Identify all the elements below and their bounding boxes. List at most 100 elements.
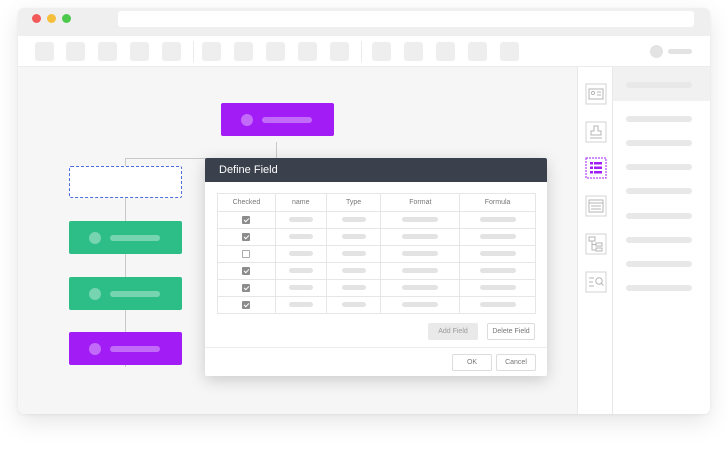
- cell-placeholder: [402, 217, 439, 223]
- cell-placeholder: [288, 251, 313, 257]
- row-checkbox[interactable]: [242, 250, 251, 258]
- cell-placeholder: [288, 302, 313, 308]
- toolbar-button[interactable]: [234, 42, 253, 61]
- cell-placeholder: [479, 285, 516, 291]
- property-item[interactable]: [626, 164, 692, 170]
- property-item[interactable]: [626, 213, 692, 219]
- toolbar-button[interactable]: [66, 42, 85, 61]
- node-label-placeholder: [110, 345, 160, 352]
- toolbar-button[interactable]: [35, 42, 54, 61]
- user-avatar[interactable]: [650, 45, 663, 58]
- title-bar: [18, 8, 710, 36]
- node-avatar-icon: [89, 231, 101, 244]
- toolbar-divider: [361, 41, 362, 62]
- table-row[interactable]: [217, 262, 536, 280]
- cell-placeholder: [341, 251, 366, 257]
- properties-panel: [613, 67, 710, 414]
- node-label-placeholder: [110, 234, 160, 241]
- address-bar[interactable]: [118, 11, 694, 27]
- close-window-button[interactable]: [32, 14, 41, 23]
- toolbar-divider: [193, 41, 194, 62]
- node-avatar-icon: [89, 287, 101, 300]
- table-row[interactable]: [217, 211, 536, 229]
- toolbar-button[interactable]: [298, 42, 317, 61]
- toolbar: [18, 36, 710, 67]
- org-node[interactable]: [69, 332, 182, 365]
- toolbar-button[interactable]: [98, 42, 117, 61]
- toolbar-button[interactable]: [202, 42, 221, 61]
- toolbar-button[interactable]: [162, 42, 181, 61]
- column-header-type: Type: [325, 193, 382, 212]
- table-row[interactable]: [217, 279, 536, 297]
- cell-placeholder: [402, 251, 439, 257]
- cell-placeholder: [341, 285, 366, 291]
- table-row[interactable]: [217, 296, 536, 314]
- row-checkbox[interactable]: [242, 301, 251, 309]
- toolbar-button[interactable]: [372, 42, 391, 61]
- row-checkbox[interactable]: [242, 233, 251, 241]
- fields-table: Checked name Type Format Formula: [217, 193, 536, 314]
- node-label-placeholder: [262, 116, 312, 123]
- row-checkbox[interactable]: [242, 284, 251, 292]
- cell-placeholder: [341, 302, 366, 308]
- add-field-button[interactable]: Add Field: [428, 323, 478, 340]
- delete-field-button[interactable]: Delete Field: [487, 323, 535, 340]
- dialog-footer-divider: [205, 347, 547, 348]
- column-header-format: Format: [380, 193, 461, 212]
- org-node-root[interactable]: [221, 103, 334, 136]
- column-header-name: name: [274, 193, 327, 212]
- cell-placeholder: [341, 268, 366, 274]
- search-list-icon[interactable]: [585, 271, 607, 293]
- contact-card-icon[interactable]: [585, 83, 607, 105]
- toolbar-button[interactable]: [500, 42, 519, 61]
- connector-line: [276, 142, 277, 158]
- cell-placeholder: [288, 217, 313, 223]
- maximize-window-button[interactable]: [62, 14, 71, 23]
- org-node-selected[interactable]: [69, 166, 182, 198]
- property-item[interactable]: [626, 140, 692, 146]
- cell-placeholder: [288, 234, 313, 240]
- cell-placeholder: [479, 217, 516, 223]
- property-item[interactable]: [626, 188, 692, 194]
- table-fields-icon[interactable]: [585, 157, 607, 179]
- user-name-placeholder: [668, 49, 692, 54]
- form-layout-icon[interactable]: [585, 195, 607, 217]
- row-checkbox[interactable]: [242, 216, 251, 224]
- cell-placeholder: [402, 285, 439, 291]
- cell-placeholder: [341, 217, 366, 223]
- toolbar-button[interactable]: [130, 42, 149, 61]
- table-row[interactable]: [217, 228, 536, 246]
- icon-strip: [577, 67, 613, 414]
- cell-placeholder: [402, 268, 439, 274]
- properties-header-placeholder: [626, 82, 692, 88]
- cell-placeholder: [341, 234, 366, 240]
- node-avatar-icon: [241, 113, 253, 126]
- cell-placeholder: [402, 302, 439, 308]
- properties-header: [613, 67, 710, 101]
- stamp-icon[interactable]: [585, 121, 607, 143]
- toolbar-button[interactable]: [330, 42, 349, 61]
- cell-placeholder: [288, 268, 313, 274]
- property-item[interactable]: [626, 285, 692, 291]
- cell-placeholder: [479, 251, 516, 257]
- toolbar-button[interactable]: [404, 42, 423, 61]
- cancel-button[interactable]: Cancel: [496, 354, 536, 371]
- cell-placeholder: [479, 234, 516, 240]
- toolbar-button[interactable]: [468, 42, 487, 61]
- minimize-window-button[interactable]: [47, 14, 56, 23]
- row-checkbox[interactable]: [242, 267, 251, 275]
- define-field-dialog: Define Field Checked name Type Format Fo…: [205, 158, 547, 376]
- cell-placeholder: [479, 302, 516, 308]
- property-item[interactable]: [626, 116, 692, 122]
- toolbar-button[interactable]: [436, 42, 455, 61]
- property-item[interactable]: [626, 237, 692, 243]
- toolbar-button[interactable]: [266, 42, 285, 61]
- column-header-formula: Formula: [459, 193, 536, 212]
- org-node[interactable]: [69, 277, 182, 310]
- table-row[interactable]: [217, 245, 536, 263]
- property-item[interactable]: [626, 261, 692, 267]
- org-node[interactable]: [69, 221, 182, 254]
- ok-button[interactable]: OK: [452, 354, 492, 371]
- hierarchy-icon[interactable]: [585, 233, 607, 255]
- table-header-row: Checked name Type Format Formula: [217, 193, 536, 212]
